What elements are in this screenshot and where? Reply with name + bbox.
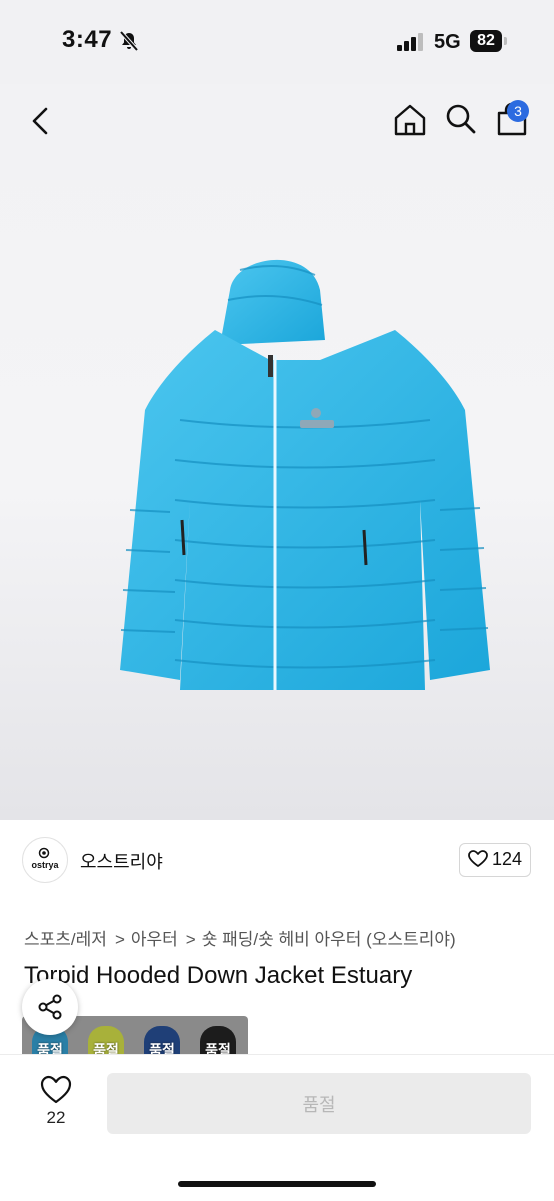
brand-logo-text: ostrya [31,860,59,870]
brand-name[interactable]: 오스트리야 [80,848,163,874]
status-time: 3:47 [62,26,113,53]
brand-like-count: 124 [492,849,523,869]
share-icon [38,994,62,1020]
color-swatch[interactable]: 품절 [194,1016,242,1058]
brand-logo-mark-icon [38,847,50,859]
home-indicator [178,1181,376,1187]
bell-off-icon [119,30,139,52]
color-swatch[interactable]: 품절 [138,1016,186,1058]
chevron-right-icon: > [185,930,196,949]
network-label: 5G [434,31,461,53]
battery-tip [504,37,507,45]
back-icon[interactable] [26,104,56,138]
wish-count: 22 [46,1108,66,1127]
heart-icon [468,850,488,867]
search-icon[interactable] [444,102,478,136]
breadcrumb-item[interactable]: 스포츠/레저 [24,930,107,949]
breadcrumb-item[interactable]: 숏 패딩/숏 헤비 아우터 (오스트리야) [202,930,456,949]
color-swatch[interactable]: 품절 [82,1016,130,1058]
home-icon[interactable] [392,102,428,138]
signal-icon [397,33,423,51]
sold-out-buy-button[interactable]: 품절 [107,1073,531,1134]
chevron-right-icon: > [114,930,125,949]
heart-icon[interactable] [40,1075,72,1105]
battery-level: 82 [477,32,495,49]
cart-count-badge: 3 [507,100,529,122]
breadcrumb-item[interactable]: 아우터 [131,930,178,949]
jacket-image [120,259,490,690]
product-title: Torpid Hooded Down Jacket Estuary [24,962,413,989]
breadcrumb: 스포츠/레저 > 아우터 > 숏 패딩/숏 헤비 아우터 (오스트리야) [24,925,456,950]
